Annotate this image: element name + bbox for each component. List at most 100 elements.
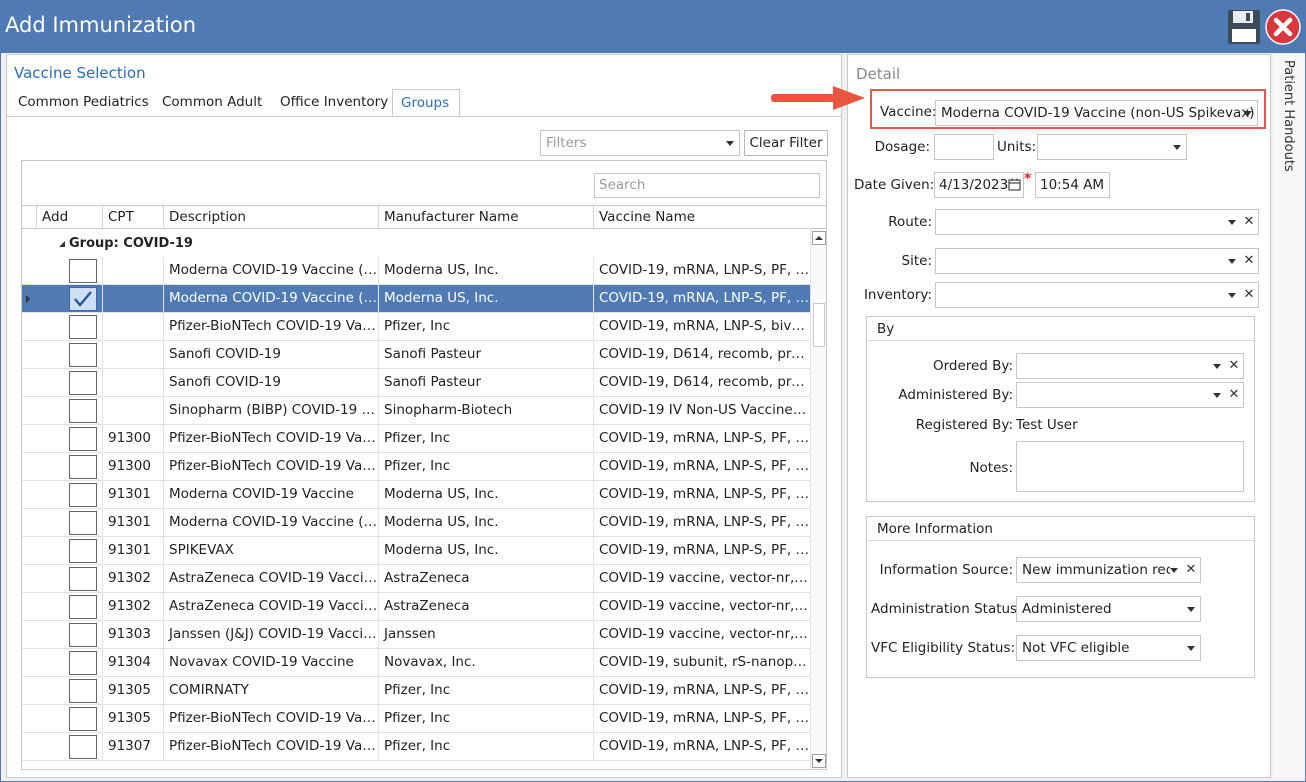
table-row[interactable]: 91301 SPIKEVAX Moderna US, Inc. COVID-19, m… [22,537,810,565]
cell-description: COMIRNATY [163,677,378,704]
patient-handouts-tab[interactable]: Patient Handouts [1273,54,1305,778]
time-given-input[interactable]: 10:54 AM [1035,172,1110,198]
add-checkbox[interactable] [69,567,97,591]
inventory-dropdown[interactable]: ✕ [935,282,1259,308]
add-checkbox[interactable] [69,511,97,535]
filters-dropdown[interactable]: Filters [540,130,740,156]
clear-filter-button[interactable]: Clear Filter [744,130,828,156]
add-checkbox[interactable] [69,455,97,479]
add-checkbox[interactable] [69,287,97,311]
table-row[interactable]: 91302 AstraZeneca COVID-19 Vaccine AstraZe… [22,565,810,593]
save-button[interactable] [1227,9,1261,45]
table-row[interactable]: 91303 Janssen (J&J) COVID-19 Vaccine Janss… [22,621,810,649]
column-header-manufacturer[interactable]: Manufacturer Name [378,206,593,229]
table-row[interactable]: 91300 Pfizer-BioNTech COVID-19 Vacc... Pfi… [22,425,810,453]
add-checkbox[interactable] [69,679,97,703]
table-row[interactable]: 91307 Pfizer-BioNTech COVID-19 Vacc... Pfi… [22,733,810,761]
cell-vaccine-name: COVID-19 vaccine, vector-nr, rS... [593,565,810,592]
cell-manufacturer: Sanofi Pasteur [378,341,593,368]
add-checkbox[interactable] [69,651,97,675]
vfc-eligibility-dropdown[interactable]: Not VFC eligible [1016,635,1201,661]
clear-route-icon[interactable]: ✕ [1243,210,1255,234]
table-row[interactable]: 91302 AstraZeneca COVID-19 Vaccine... Astr… [22,593,810,621]
cell-cpt: 91300 [102,425,163,452]
clear-site-icon[interactable]: ✕ [1243,249,1255,273]
clear-inventory-icon[interactable]: ✕ [1243,283,1255,307]
add-checkbox[interactable] [69,259,97,283]
add-checkbox[interactable] [69,427,97,451]
add-checkbox[interactable] [69,315,97,339]
add-checkbox[interactable] [69,483,97,507]
add-checkbox[interactable] [69,595,97,619]
search-input[interactable]: Search [594,173,820,198]
more-information-legend: More Information [867,517,1254,541]
add-checkbox[interactable] [69,399,97,423]
administration-status-dropdown[interactable]: Administered [1016,596,1201,622]
table-row[interactable]: 91300 Pfizer-BioNTech COVID-19 Vacc... Pfi… [22,453,810,481]
table-row[interactable]: 91301 Moderna COVID-19 Vaccine Moderna US,… [22,481,810,509]
clear-ordered-by-icon[interactable]: ✕ [1228,354,1240,378]
site-label: Site: [901,253,932,269]
column-header-cpt[interactable]: CPT [102,206,163,229]
route-dropdown[interactable]: ✕ [935,209,1259,235]
table-row[interactable]: Moderna COVID-19 Vaccine (n... Moderna US… [22,285,810,313]
patient-handouts-label: Patient Handouts [1281,60,1296,172]
column-header-vaccine-name[interactable]: Vaccine Name [593,206,809,229]
site-dropdown[interactable]: ✕ [935,248,1259,274]
table-row[interactable]: 91305 Pfizer-BioNTech COVID-19 Vacc... Pfi… [22,705,810,733]
add-checkbox[interactable] [69,735,97,759]
tab-office-inventory[interactable]: Office Inventory [272,89,396,116]
vaccine-dropdown[interactable]: Moderna COVID-19 Vaccine (non-US Spikeva… [935,100,1258,126]
notes-textarea[interactable] [1016,441,1244,492]
cell-description: Sanofi COVID-19 [163,341,378,368]
date-given-input[interactable]: 4/13/2023 [934,172,1024,198]
scroll-down-button[interactable] [812,754,826,768]
table-row[interactable]: 91305 COMIRNATY Pfizer, Inc COVID-19, mRNA,… [22,677,810,705]
administered-by-dropdown[interactable]: ✕ [1016,382,1244,408]
cell-vaccine-name: COVID-19, mRNA, LNP-S, PF, 30... [593,425,810,452]
close-button[interactable] [1265,9,1301,45]
detail-panel: Detail Vaccine: Moderna COVID-19 Vaccine… [847,54,1271,778]
tab-common-adult[interactable]: Common Adult [154,89,270,116]
cell-manufacturer: Moderna US, Inc. [378,285,593,312]
chevron-down-icon [1228,293,1236,298]
column-header-description[interactable]: Description [163,206,378,229]
cell-description: Pfizer-BioNTech COVID-19 Vacc... [163,425,378,452]
clear-administered-by-icon[interactable]: ✕ [1228,383,1240,407]
administration-status-value: Administered [1022,601,1112,617]
current-row-indicator-icon [26,295,30,303]
add-checkbox[interactable] [69,623,97,647]
column-header-add[interactable]: Add [36,206,102,229]
cell-manufacturer: Pfizer, Inc [378,425,593,452]
grid-scrollbar[interactable] [810,229,826,769]
add-checkbox[interactable] [69,539,97,563]
tab-common-pediatrics[interactable]: Common Pediatrics [10,89,157,116]
table-row[interactable]: Pfizer-BioNTech COVID-19 Vacc... Pfizer, … [22,313,810,341]
cell-cpt: 91301 [102,481,163,508]
table-row[interactable]: Sanofi COVID-19 Sanofi Pasteur COVID-19, D… [22,341,810,369]
table-row[interactable]: 91301 Moderna COVID-19 Vaccine (n... Moder… [22,509,810,537]
table-row[interactable]: Sanofi COVID-19 Sanofi Pasteur COVID-19, D… [22,369,810,397]
date-given-label: Date Given: [854,177,935,193]
table-row[interactable]: Sinopharm (BIBP) COVID-19 Va... Sinopharm… [22,397,810,425]
add-checkbox[interactable] [69,707,97,731]
chevron-down-icon [1213,364,1221,369]
scroll-up-button[interactable] [812,231,826,245]
table-row[interactable]: Moderna COVID-19 Vaccine (n... Moderna US… [22,257,810,285]
scroll-thumb[interactable] [813,303,825,347]
information-source-dropdown[interactable]: New immunization reco ✕ [1016,557,1201,583]
tab-groups[interactable]: Groups [392,89,460,116]
table-row[interactable]: 91304 Novavax COVID-19 Vaccine Novavax, In… [22,649,810,677]
calendar-icon[interactable] [1008,178,1021,191]
units-dropdown[interactable] [1037,134,1187,160]
group-row-covid-19[interactable]: Group: COVID-19 [22,229,810,258]
vaccine-selection-title: Vaccine Selection [14,64,146,82]
clear-information-source-icon[interactable]: ✕ [1185,558,1197,582]
ordered-by-dropdown[interactable]: ✕ [1016,353,1244,379]
dosage-input[interactable] [934,134,994,160]
administration-status-label: Administration Status: [871,601,1022,617]
cell-vaccine-name: COVID-19 IV Non-US Vaccine (... [593,397,810,424]
add-checkbox[interactable] [69,371,97,395]
add-checkbox[interactable] [69,343,97,367]
cell-description: Moderna COVID-19 Vaccine [163,481,378,508]
